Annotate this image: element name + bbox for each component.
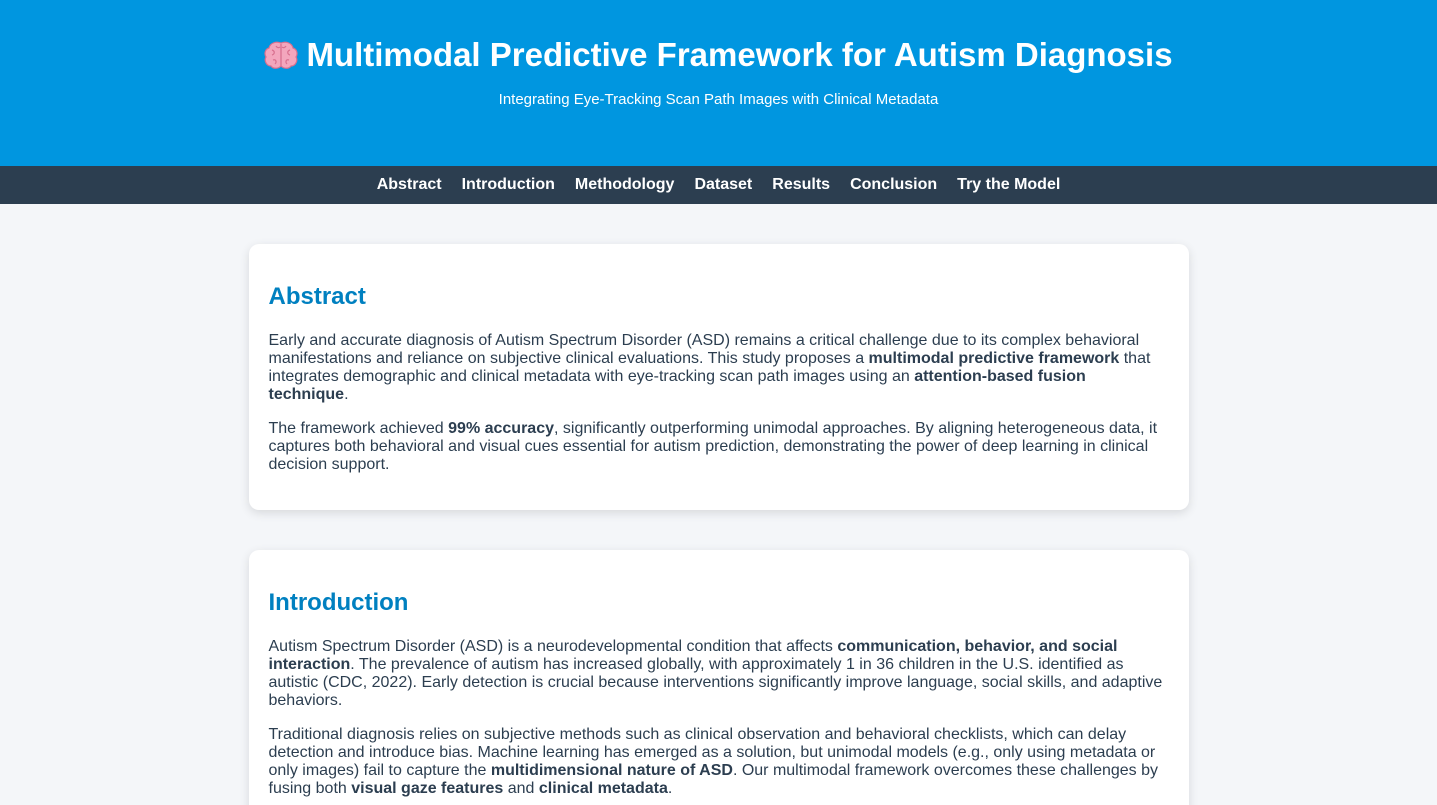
text-span: and	[503, 780, 539, 797]
nav-results[interactable]: Results	[772, 176, 830, 194]
nav-methodology[interactable]: Methodology	[575, 176, 675, 194]
page-title: Multimodal Predictive Framework for Auti…	[306, 36, 1173, 73]
bold-span: visual gaze features	[351, 780, 504, 797]
bold-span: 99% accuracy	[448, 420, 554, 437]
abstract-section: Abstract Early and accurate diagnosis of…	[248, 244, 1189, 510]
bold-span: multidimensional nature of ASD	[490, 762, 733, 779]
bold-span: multimodal predictive framework	[868, 350, 1120, 367]
introduction-paragraph-1: Autism Spectrum Disorder (ASD) is a neur…	[269, 638, 1169, 710]
introduction-section: Introduction Autism Spectrum Disorder (A…	[248, 550, 1189, 805]
text-span: .	[667, 780, 673, 797]
page-header: Multimodal Predictive Framework for Auti…	[0, 0, 1437, 166]
text-span: .	[344, 386, 349, 403]
text-span: The framework achieved	[268, 420, 449, 437]
introduction-heading: Introduction	[268, 589, 409, 616]
nav-abstract[interactable]: Abstract	[377, 176, 442, 194]
page-title-row: Multimodal Predictive Framework for Auti…	[0, 36, 1437, 74]
text-span: . The prevalence of autism has increased…	[268, 656, 1163, 709]
nav-introduction[interactable]: Introduction	[462, 176, 555, 194]
nav-conclusion[interactable]: Conclusion	[850, 176, 937, 194]
main-nav: Abstract Introduction Methodology Datase…	[0, 166, 1437, 204]
abstract-paragraph-2: The framework achieved 99% accuracy, sig…	[269, 420, 1169, 474]
abstract-heading: Abstract	[268, 283, 366, 310]
nav-try-the-model[interactable]: Try the Model	[957, 176, 1060, 194]
nav-dataset[interactable]: Dataset	[694, 176, 752, 194]
text-span: Autism Spectrum Disorder (ASD) is a neur…	[268, 638, 838, 655]
brain-icon	[264, 41, 299, 69]
main-content: Abstract Early and accurate diagnosis of…	[248, 244, 1189, 805]
abstract-paragraph-1: Early and accurate diagnosis of Autism S…	[269, 332, 1169, 404]
introduction-paragraph-2: Traditional diagnosis relies on subjecti…	[269, 726, 1169, 798]
bold-span: clinical metadata	[538, 780, 668, 797]
page-subtitle: Integrating Eye-Tracking Scan Path Image…	[498, 91, 939, 108]
